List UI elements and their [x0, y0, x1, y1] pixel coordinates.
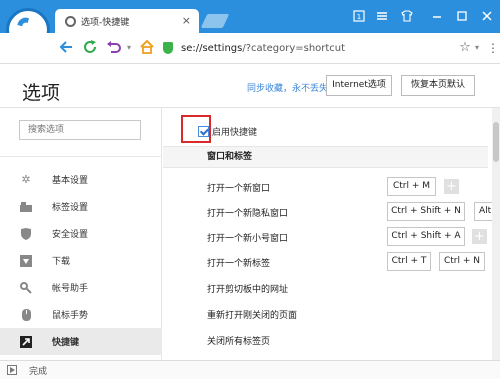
enable-shortcut-label: 启用快捷键 [212, 127, 258, 138]
gear-icon [65, 15, 76, 27]
shortcut-row-reopen-closed: 重新打开刚关闭的页面 [207, 311, 298, 321]
section-title-window-tabs: 窗口和标签 [163, 146, 488, 168]
sync-link[interactable]: 同步收藏，永不丢失 [247, 81, 328, 94]
new-tab-button[interactable] [200, 14, 230, 28]
scrollbar-thumb[interactable] [493, 122, 499, 162]
more-icon[interactable]: ⋮ [484, 39, 500, 57]
status-bar: 完成 [0, 360, 500, 379]
navigation-bar: ▾ se://settings/?category=shortcut ☆ ▾ ⋮ [0, 33, 500, 64]
shortcut-row-new-alt-window: 打开一个新小号窗口 Ctrl + Shift + A + [163, 225, 493, 249]
svg-text:1: 1 [357, 13, 361, 21]
shortcut-row-new-private-window: 打开一个新隐私窗口 Ctrl + Shift + N Alt [163, 200, 500, 224]
secure-shield-icon [163, 42, 173, 54]
content-scrollbar[interactable] [492, 108, 500, 360]
tab-icon [20, 201, 32, 213]
address-url: se://settings/?category=shortcut [181, 42, 346, 54]
download-icon [20, 254, 32, 267]
options-search-input[interactable] [19, 120, 141, 140]
page-title: 选项 [22, 82, 61, 104]
tab-close-button[interactable]: × [182, 14, 191, 27]
maximize-icon[interactable] [455, 10, 469, 24]
shortcut-key-field[interactable]: Ctrl + M [387, 177, 436, 196]
mouse-icon [20, 308, 32, 321]
gear-icon: ✲ [21, 173, 31, 186]
shortcut-row-new-window: 打开一个新窗口 Ctrl + M + [163, 175, 493, 199]
key-icon [20, 281, 32, 294]
shield-icon [20, 227, 32, 240]
minimize-icon[interactable] [430, 10, 444, 24]
back-icon[interactable] [57, 39, 75, 57]
shortcut-row-open-clipboard-url: 打开剪切板中的网址 [207, 285, 289, 295]
sidebar-item-security[interactable]: 安全设置 [0, 220, 162, 247]
sidebar-item-basic[interactable]: ✲ 基本设置 [0, 166, 162, 193]
sidebar-item-mouse-gesture[interactable]: 鼠标手势 [0, 301, 162, 328]
shortcut-key-field[interactable]: Ctrl + Shift + A [387, 227, 465, 246]
sidebar-item-download[interactable]: 下载 [0, 247, 162, 274]
internet-options-button[interactable]: Internet选项 [326, 75, 392, 96]
add-shortcut-button[interactable]: + [472, 229, 487, 244]
add-shortcut-button[interactable]: + [444, 179, 459, 194]
close-window-icon[interactable] [480, 10, 494, 24]
shortcut-key-field[interactable]: Ctrl + Shift + N [387, 202, 465, 221]
shortcut-key-field[interactable]: Ctrl + T [387, 252, 431, 271]
enable-shortcut-checkbox[interactable] [198, 125, 209, 137]
status-play-icon[interactable] [7, 365, 17, 375]
tab-settings-shortcut[interactable]: 选项-快捷键 × [55, 9, 199, 33]
sidebar-toggle-icon[interactable]: 1 [352, 10, 366, 24]
restore-defaults-button[interactable]: 恢复本页默认 [401, 75, 475, 96]
shortcut-key-field[interactable]: Ctrl + N [439, 252, 485, 271]
sidebar-divider [0, 156, 162, 157]
shortcut-icon [20, 335, 32, 348]
sidebar-item-account[interactable]: 帐号助手 [0, 274, 162, 301]
options-sidebar: ✲ 基本设置 标签设置 安全设置 下载 帐号助手 鼠标手势 快捷键 [0, 108, 162, 360]
status-text: 完成 [29, 366, 48, 377]
address-bar[interactable]: se://settings/?category=shortcut [163, 38, 453, 58]
shortcut-row-close-all-tabs: 关闭所有标签页 [207, 337, 271, 347]
enable-shortcut-row[interactable]: 启用快捷键 [182, 120, 257, 142]
sidebar-item-shortcut[interactable]: 快捷键 [0, 328, 162, 355]
favorite-dropdown-icon[interactable]: ▾ [472, 39, 482, 57]
options-page: 选项 同步收藏，永不丢失 Internet选项 恢复本页默认 ✲ 基本设置 标签… [0, 64, 500, 360]
sidebar-item-tabs[interactable]: 标签设置 [0, 193, 162, 220]
skin-icon[interactable] [400, 10, 414, 24]
undo-dropdown-icon[interactable]: ▾ [124, 39, 134, 57]
undo-close-icon[interactable] [105, 39, 123, 57]
shortcut-settings-panel: 启用快捷键 窗口和标签 打开一个新窗口 Ctrl + M + 打开一个新隐私窗口… [163, 108, 500, 360]
shortcut-row-new-tab: 打开一个新标签 Ctrl + T Ctrl + N [163, 250, 493, 274]
refresh-icon[interactable] [81, 39, 99, 57]
menu-icon[interactable] [375, 10, 389, 24]
tab-title: 选项-快捷键 [81, 17, 130, 28]
home-icon[interactable] [138, 39, 156, 57]
